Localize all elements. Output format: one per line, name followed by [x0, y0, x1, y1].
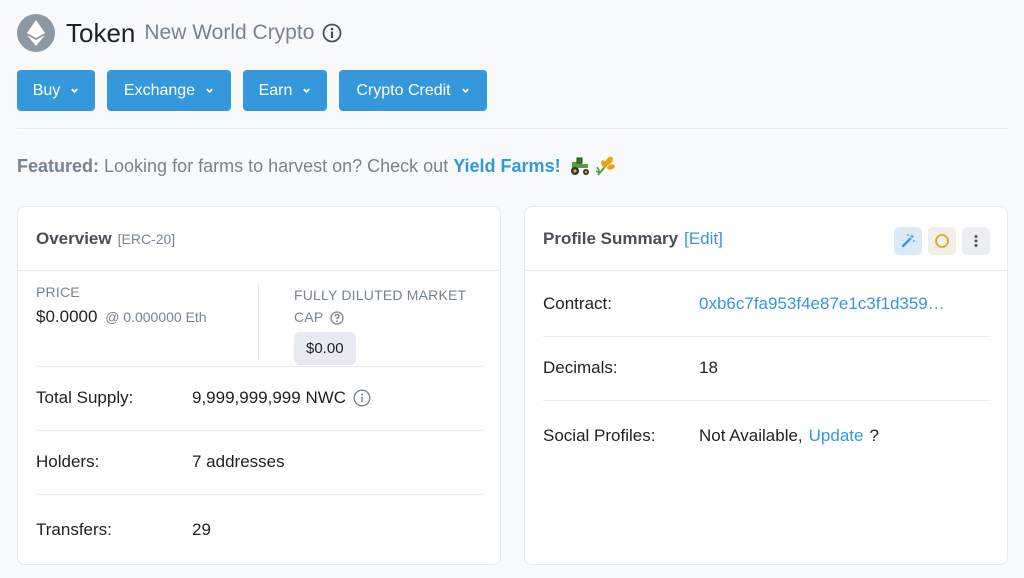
buy-button[interactable]: Buy	[17, 70, 95, 111]
social-profiles-label: Social Profiles:	[543, 426, 656, 445]
contract-label: Contract:	[543, 294, 612, 313]
ethereum-logo-icon	[17, 14, 55, 52]
earn-button[interactable]: Earn	[243, 70, 327, 111]
action-buttons: Buy Exchange Earn Crypto Credit	[17, 70, 499, 111]
overview-card-header: Overview [ERC-20]	[18, 207, 500, 271]
price-value: $0.0000	[36, 307, 98, 326]
overview-title: Overview	[36, 228, 112, 248]
price-value-container: $0.0000 @ 0.000000 Eth	[36, 307, 207, 327]
holders-label: Holders:	[36, 452, 100, 471]
info-icon[interactable]	[353, 389, 371, 407]
exchange-button[interactable]: Exchange	[107, 70, 231, 111]
status-circle-icon[interactable]	[928, 227, 956, 255]
contract-address-link[interactable]: 0xb6c7fa953f4e87e1c3f1d359…	[699, 294, 945, 314]
update-link[interactable]: Update	[809, 426, 864, 446]
fdmc-label: FULLY DILUTED MARKET CAP	[294, 287, 467, 325]
exchange-button-label: Exchange	[123, 81, 196, 99]
token-name: New World Crypto	[144, 21, 315, 44]
row-divider	[36, 430, 484, 431]
profile-summary-card: Profile Summary [Edit] Contract: 0xb6c7f…	[524, 206, 1008, 565]
vertical-divider	[258, 282, 259, 360]
profile-card-header: Profile Summary [Edit]	[525, 207, 1007, 271]
price-label: PRICE	[36, 284, 80, 300]
overview-card: Overview [ERC-20] PRICE $0.0000 @ 0.0000…	[17, 206, 501, 565]
yield-farms-link[interactable]: Yield Farms!	[453, 156, 560, 177]
profile-summary-title: Profile Summary	[543, 228, 679, 248]
buy-button-label: Buy	[32, 81, 61, 99]
decimals-value: 18	[699, 358, 718, 377]
transfers-value: 29	[192, 520, 211, 539]
row-divider	[543, 400, 991, 401]
question-icon[interactable]	[330, 311, 344, 325]
row-divider	[36, 494, 484, 495]
profile-icon-buttons	[888, 227, 990, 255]
featured-prefix: Featured:	[17, 155, 100, 176]
price-eth: @ 0.000000 Eth	[105, 309, 207, 325]
edit-link[interactable]: [Edit]	[684, 229, 723, 249]
holders-value: 7 addresses	[192, 452, 285, 471]
social-profiles-value: Not Available,	[699, 426, 803, 445]
chevron-down-icon	[70, 86, 79, 95]
token-standard-tag: [ERC-20]	[117, 230, 176, 247]
chevron-down-icon	[461, 86, 470, 95]
chevron-down-icon	[205, 86, 214, 95]
featured-message: Looking for farms to harvest on? Check o…	[104, 155, 449, 176]
row-divider	[543, 336, 991, 337]
transfers-label: Transfers:	[36, 520, 112, 539]
total-supply-value-container: 9,999,999,999 NWC	[192, 388, 371, 408]
chevron-down-icon	[302, 86, 311, 95]
header-divider	[17, 128, 1008, 129]
magic-wand-icon[interactable]	[894, 227, 922, 255]
wheat-icon	[594, 155, 616, 177]
page-title: Token	[66, 17, 136, 48]
page-header: Token New World Crypto	[17, 14, 342, 52]
social-profiles-suffix: ?	[869, 426, 879, 445]
social-profiles-value-container: Not Available, Update ?	[699, 426, 879, 446]
tractor-icon	[569, 156, 591, 176]
fdmc-label-container: FULLY DILUTED MARKET CAP	[294, 284, 484, 328]
crypto-credit-button[interactable]: Crypto Credit	[339, 70, 487, 111]
contract-value-container: 0xb6c7fa953f4e87e1c3f1d359…	[699, 294, 945, 314]
featured-banner: Featured: Looking for farms to harvest o…	[17, 155, 616, 177]
total-supply-label: Total Supply:	[36, 388, 134, 407]
more-options-icon[interactable]	[962, 227, 990, 255]
decimals-label: Decimals:	[543, 358, 618, 377]
earn-button-label: Earn	[258, 81, 293, 99]
total-supply-value: 9,999,999,999 NWC	[192, 388, 347, 407]
fdmc-value: $0.00	[294, 332, 356, 365]
crypto-credit-button-label: Crypto Credit	[356, 81, 451, 99]
row-divider	[36, 366, 484, 367]
info-icon[interactable]	[322, 23, 342, 43]
price-section: PRICE $0.0000 @ 0.000000 Eth FULLY DILUT…	[36, 282, 484, 367]
